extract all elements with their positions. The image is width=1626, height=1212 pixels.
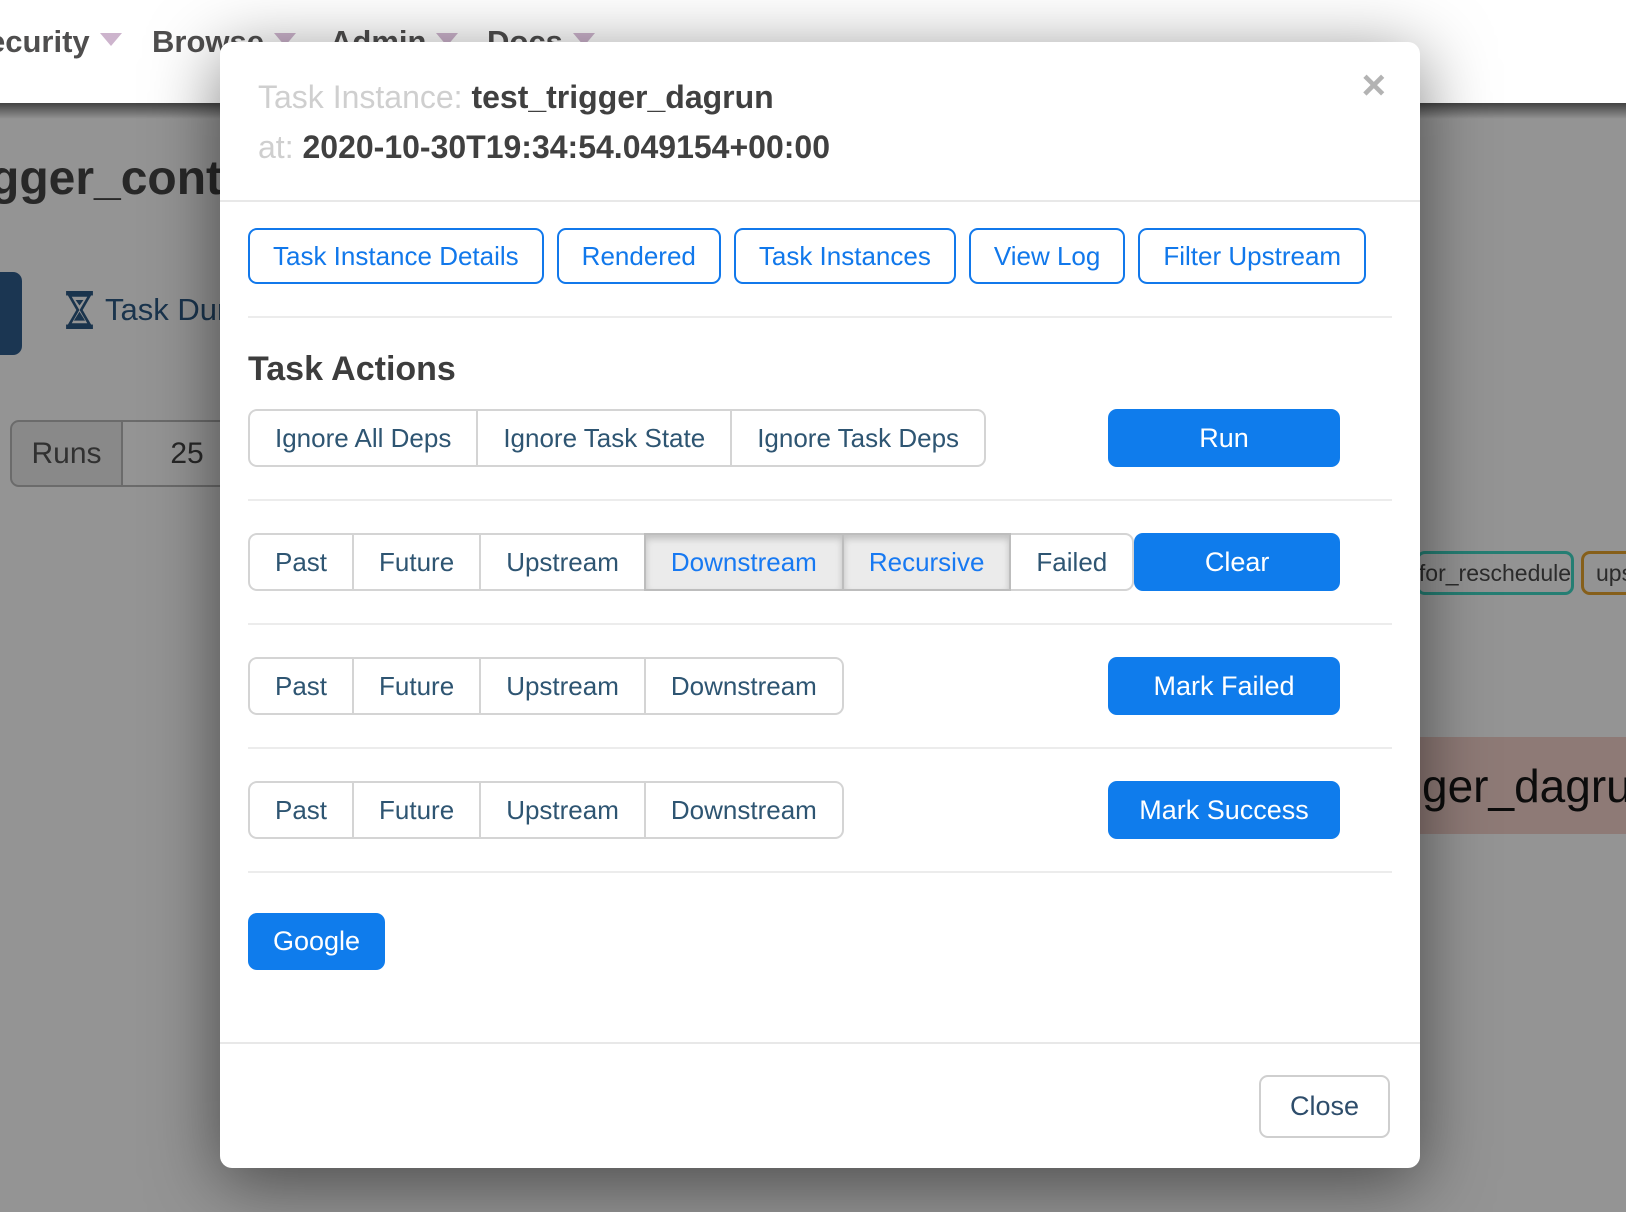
- modal-title-line1: Task Instance: test_trigger_dagrun: [258, 72, 1380, 122]
- ignore-task-state-toggle[interactable]: Ignore Task State: [476, 409, 732, 467]
- mark-failed-action-row: Past Future Upstream Downstream Mark Fai…: [248, 657, 1392, 715]
- close-icon[interactable]: ×: [1361, 64, 1386, 106]
- airflow-page: gger_cont Task Dura Runs 25 for_reschedu…: [0, 0, 1626, 1212]
- ignore-all-deps-toggle[interactable]: Ignore All Deps: [248, 409, 478, 467]
- task-instance-modal: Task Instance: test_trigger_dagrun at: 2…: [220, 42, 1420, 1168]
- rendered-button[interactable]: Rendered: [557, 228, 721, 284]
- modal-body: Task Instance Details Rendered Task Inst…: [220, 228, 1420, 970]
- modal-title-line2: at: 2020-10-30T19:34:54.049154+00:00: [258, 122, 1380, 172]
- clear-action-row: Past Future Upstream Downstream Recursiv…: [248, 533, 1392, 591]
- clear-downstream-toggle[interactable]: Downstream: [644, 533, 844, 591]
- filter-upstream-button[interactable]: Filter Upstream: [1138, 228, 1366, 284]
- mark-success-action-row: Past Future Upstream Downstream Mark Suc…: [248, 781, 1392, 839]
- clear-future-toggle[interactable]: Future: [352, 533, 481, 591]
- mark-success-options-group: Past Future Upstream Downstream: [248, 781, 844, 839]
- divider: [248, 316, 1392, 318]
- modal-footer: Close: [220, 1042, 1420, 1168]
- mark-failed-options-group: Past Future Upstream Downstream: [248, 657, 844, 715]
- google-button[interactable]: Google: [248, 913, 385, 970]
- clear-failed-toggle[interactable]: Failed: [1009, 533, 1134, 591]
- success-future-toggle[interactable]: Future: [352, 781, 481, 839]
- view-log-button[interactable]: View Log: [969, 228, 1126, 284]
- divider: [248, 871, 1392, 873]
- divider: [248, 623, 1392, 625]
- divider: [248, 499, 1392, 501]
- mark-success-button[interactable]: Mark Success: [1108, 781, 1340, 839]
- clear-upstream-toggle[interactable]: Upstream: [479, 533, 646, 591]
- success-upstream-toggle[interactable]: Upstream: [479, 781, 646, 839]
- clear-button[interactable]: Clear: [1134, 533, 1340, 591]
- clear-past-toggle[interactable]: Past: [248, 533, 354, 591]
- failed-downstream-toggle[interactable]: Downstream: [644, 657, 844, 715]
- nav-item-security[interactable]: ecurity: [0, 24, 122, 60]
- task-instance-details-button[interactable]: Task Instance Details: [248, 228, 544, 284]
- run-action-row: Ignore All Deps Ignore Task State Ignore…: [248, 409, 1392, 467]
- failed-past-toggle[interactable]: Past: [248, 657, 354, 715]
- failed-upstream-toggle[interactable]: Upstream: [479, 657, 646, 715]
- link-button-row: Task Instance Details Rendered Task Inst…: [248, 228, 1392, 284]
- clear-options-group: Past Future Upstream Downstream Recursiv…: [248, 533, 1134, 591]
- divider: [248, 747, 1392, 749]
- task-actions-heading: Task Actions: [248, 350, 1392, 389]
- mark-failed-button[interactable]: Mark Failed: [1108, 657, 1340, 715]
- run-button[interactable]: Run: [1108, 409, 1340, 467]
- close-button[interactable]: Close: [1259, 1075, 1390, 1138]
- ignore-task-deps-toggle[interactable]: Ignore Task Deps: [730, 409, 986, 467]
- chevron-down-icon: [100, 33, 122, 46]
- modal-header: Task Instance: test_trigger_dagrun at: 2…: [220, 42, 1420, 202]
- ignore-options-group: Ignore All Deps Ignore Task State Ignore…: [248, 409, 986, 467]
- success-downstream-toggle[interactable]: Downstream: [644, 781, 844, 839]
- task-instances-button[interactable]: Task Instances: [734, 228, 956, 284]
- success-past-toggle[interactable]: Past: [248, 781, 354, 839]
- execution-timestamp: 2020-10-30T19:34:54.049154+00:00: [302, 129, 830, 165]
- failed-future-toggle[interactable]: Future: [352, 657, 481, 715]
- task-name: test_trigger_dagrun: [471, 79, 773, 115]
- clear-recursive-toggle[interactable]: Recursive: [842, 533, 1012, 591]
